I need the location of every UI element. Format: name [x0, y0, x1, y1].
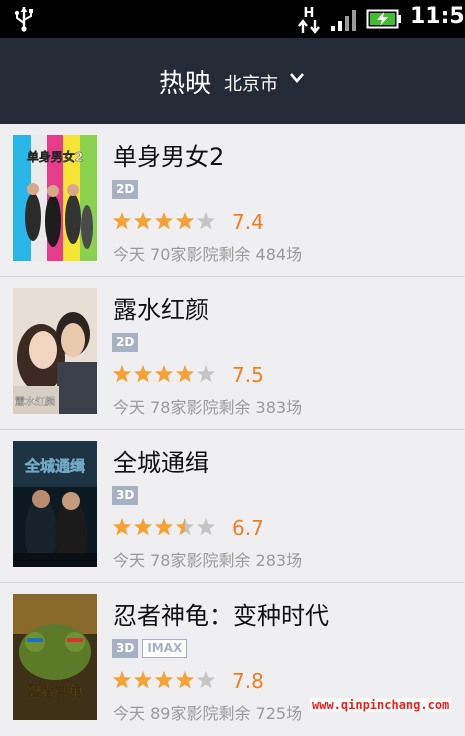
showtimes-info: 今天 78家影院剩余 383场 [113, 398, 303, 417]
movie-item[interactable]: 单身男女2 单身男女2 2D 7.4 今天 70家影院剩余 484场 [0, 124, 465, 277]
battery-charging-icon [366, 9, 401, 29]
watermark: www.qinpinchang.com [310, 698, 452, 712]
city-selector[interactable]: 北京市 [224, 70, 278, 96]
star-filled-icon [175, 671, 195, 689]
star-filled-icon [154, 365, 174, 383]
clock: 11:51 [410, 4, 465, 29]
star-filled-icon [154, 212, 174, 230]
movie-title: 全城通缉 [113, 449, 209, 477]
rating-score: 7.4 [232, 210, 264, 234]
poster-title: 露水红颜 [15, 395, 55, 408]
status-bar: H 11:51 [0, 0, 465, 38]
star-filled-icon [112, 365, 132, 383]
star-filled-icon [175, 365, 195, 383]
movie-title: 露水红颜 [113, 296, 209, 324]
title-bar: 热映 北京市 [0, 38, 465, 124]
star-filled-icon [112, 518, 132, 536]
movie-title: 单身男女2 [113, 143, 225, 171]
rating-score: 7.8 [232, 669, 264, 693]
star-filled-icon [112, 212, 132, 230]
star-empty-icon [196, 365, 216, 383]
format-tags: 2D [112, 180, 142, 199]
movie-poster: 忍者神龟 [13, 594, 97, 720]
network-h-label: H [304, 6, 315, 21]
rating-stars [112, 365, 216, 383]
movie-item[interactable]: 露水红颜 露水红颜 2D 7.5 今天 78家影院剩余 383场 [0, 277, 465, 430]
star-filled-icon [133, 671, 153, 689]
star-empty-icon [196, 671, 216, 689]
movie-poster: 全城通缉 [13, 441, 97, 567]
format-tags: 2D [112, 333, 142, 352]
star-filled-icon [112, 671, 132, 689]
star-filled-icon [133, 365, 153, 383]
format-tag: 3D [112, 486, 139, 505]
network-h-icon: H [298, 6, 320, 34]
movie-item[interactable]: 全城通缉 全城通缉 3D 6.7 今天 78家影院剩余 283场 [0, 430, 465, 583]
movie-item[interactable]: 忍者神龟 忍者神龟：变种时代 3D IMAX 7.8 今天 89家影院剩余 72… [0, 583, 465, 736]
format-tag: IMAX [142, 639, 188, 658]
signal-icon [331, 10, 356, 31]
poster-title: 单身男女2 [27, 149, 83, 164]
star-filled-icon [154, 518, 174, 536]
showtimes-info: 今天 78家影院剩余 283场 [113, 551, 303, 570]
star-filled-icon [133, 212, 153, 230]
movie-poster: 单身男女2 [13, 135, 97, 261]
showtimes-info: 今天 89家影院剩余 725场 [113, 704, 303, 723]
showtimes-info: 今天 70家影院剩余 484场 [113, 245, 303, 264]
rating-stars [112, 212, 216, 230]
rating-score: 7.5 [232, 363, 264, 387]
chevron-down-icon[interactable] [289, 71, 305, 85]
poster-title: 忍者神龟 [27, 683, 83, 700]
format-tags: 3D IMAX [112, 639, 191, 658]
format-tag: 2D [112, 180, 139, 199]
rating-stars [112, 671, 216, 689]
star-empty-icon [196, 212, 216, 230]
poster-title: 全城通缉 [24, 457, 85, 475]
star-filled-icon [133, 518, 153, 536]
star-empty-icon [196, 518, 216, 536]
rating-score: 6.7 [232, 516, 264, 540]
usb-icon [14, 7, 33, 32]
format-tags: 3D [112, 486, 142, 505]
page-title: 热映 [159, 69, 212, 99]
star-filled-icon [154, 671, 174, 689]
movie-title: 忍者神龟：变种时代 [113, 602, 329, 630]
format-tag: 3D [112, 639, 139, 658]
star-filled-icon [175, 212, 195, 230]
rating-stars [112, 518, 216, 536]
movie-poster: 露水红颜 [13, 288, 97, 414]
format-tag: 2D [112, 333, 139, 352]
